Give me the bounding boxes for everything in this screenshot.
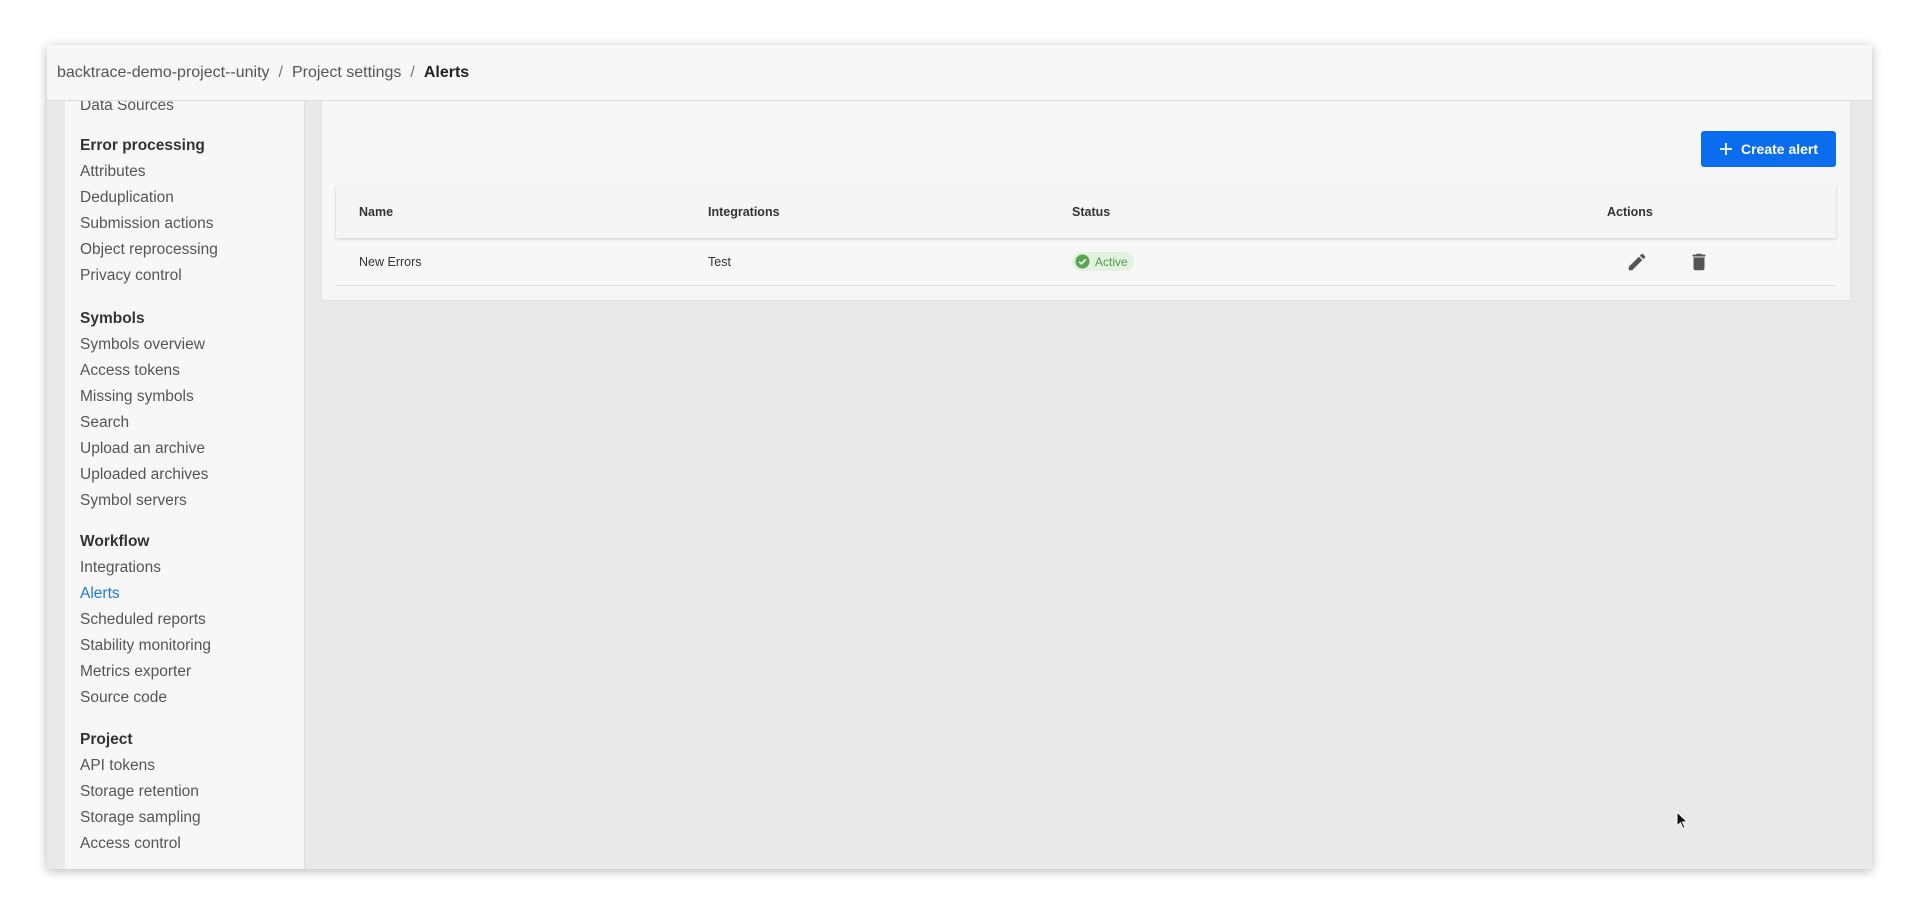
- column-header-actions: Actions: [1607, 205, 1653, 219]
- breadcrumb-settings[interactable]: Project settings: [292, 64, 401, 82]
- sidebar-section-title: Symbols: [80, 310, 145, 327]
- column-header-status[interactable]: Status: [1072, 186, 1110, 238]
- sidebar-item-symbol-servers[interactable]: Symbol servers: [80, 488, 208, 514]
- sidebar-section-symbols: Symbols Symbols overview Access tokens M…: [80, 306, 208, 514]
- column-header-integrations[interactable]: Integrations: [708, 186, 780, 238]
- sidebar-item-metrics-exporter[interactable]: Metrics exporter: [80, 659, 211, 685]
- sidebar-section-title: Error processing: [80, 137, 205, 154]
- plus-icon: [1719, 143, 1732, 155]
- sidebar-section-workflow: Workflow Integrations Alerts Scheduled r…: [80, 529, 211, 711]
- sidebar-item-source-code[interactable]: Source code: [80, 685, 211, 711]
- sidebar-item-search[interactable]: Search: [80, 410, 208, 436]
- sidebar-item-object-reprocessing[interactable]: Object reprocessing: [80, 237, 218, 263]
- breadcrumb-separator: /: [410, 63, 415, 81]
- sidebar-item-submission-actions[interactable]: Submission actions: [80, 211, 218, 237]
- sidebar-item-integrations[interactable]: Integrations: [80, 555, 211, 581]
- sidebar-item-api-tokens[interactable]: API tokens: [80, 753, 201, 779]
- status-label: Active: [1095, 254, 1128, 269]
- mouse-cursor-icon: [1676, 811, 1688, 830]
- sidebar-item-uploaded-archives[interactable]: Uploaded archives: [80, 462, 208, 488]
- sidebar-item-data-sources[interactable]: Data Sources: [80, 101, 174, 119]
- app-window: backtrace-demo-project--unity / Project …: [47, 45, 1872, 869]
- breadcrumb-separator: /: [278, 63, 283, 81]
- sidebar-item-storage-sampling[interactable]: Storage sampling: [80, 805, 201, 831]
- sidebar-item-privacy-control[interactable]: Privacy control: [80, 263, 218, 289]
- sidebar-item-access-tokens[interactable]: Access tokens: [80, 358, 208, 384]
- sidebar-section-title: Workflow: [80, 533, 150, 550]
- sidebar-item-upload-archive[interactable]: Upload an archive: [80, 436, 208, 462]
- sidebar-item-deduplication[interactable]: Deduplication: [80, 185, 218, 211]
- alert-name: New Errors: [359, 254, 422, 269]
- sidebar-section-title: Project: [80, 731, 133, 748]
- breadcrumb-project[interactable]: backtrace-demo-project--unity: [57, 64, 270, 82]
- alert-integrations: Test: [708, 254, 731, 269]
- sidebar-item-storage-retention[interactable]: Storage retention: [80, 779, 201, 805]
- breadcrumb: backtrace-demo-project--unity / Project …: [47, 45, 1872, 101]
- sidebar-item-symbols-overview[interactable]: Symbols overview: [80, 332, 208, 358]
- create-alert-button[interactable]: Create alert: [1701, 131, 1836, 167]
- column-header-name[interactable]: Name: [359, 186, 393, 238]
- sidebar-section-project: Project API tokens Storage retention Sto…: [80, 727, 201, 857]
- sidebar-section-error-processing: Error processing Attributes Deduplicatio…: [80, 133, 218, 289]
- sidebar-item-scheduled-reports[interactable]: Scheduled reports: [80, 607, 211, 633]
- status-badge: Active: [1072, 252, 1134, 271]
- trash-icon[interactable]: [1688, 251, 1710, 273]
- table-row[interactable]: New Errors Test Active: [336, 238, 1836, 286]
- settings-sidebar: Data Sources Error processing Attributes…: [65, 101, 305, 869]
- sidebar-item-alerts[interactable]: Alerts: [80, 581, 211, 607]
- table-header: Name Integrations Status Actions: [336, 186, 1836, 238]
- create-alert-label: Create alert: [1740, 141, 1819, 157]
- check-circle-icon: [1075, 254, 1090, 269]
- breadcrumb-current: Alerts: [423, 63, 470, 81]
- sidebar-item-stability-monitoring[interactable]: Stability monitoring: [80, 633, 211, 659]
- sidebar-item-missing-symbols[interactable]: Missing symbols: [80, 384, 208, 410]
- sidebar-item-attributes[interactable]: Attributes: [80, 159, 218, 185]
- pencil-icon[interactable]: [1626, 251, 1648, 273]
- sidebar-item-access-control[interactable]: Access control: [80, 831, 201, 857]
